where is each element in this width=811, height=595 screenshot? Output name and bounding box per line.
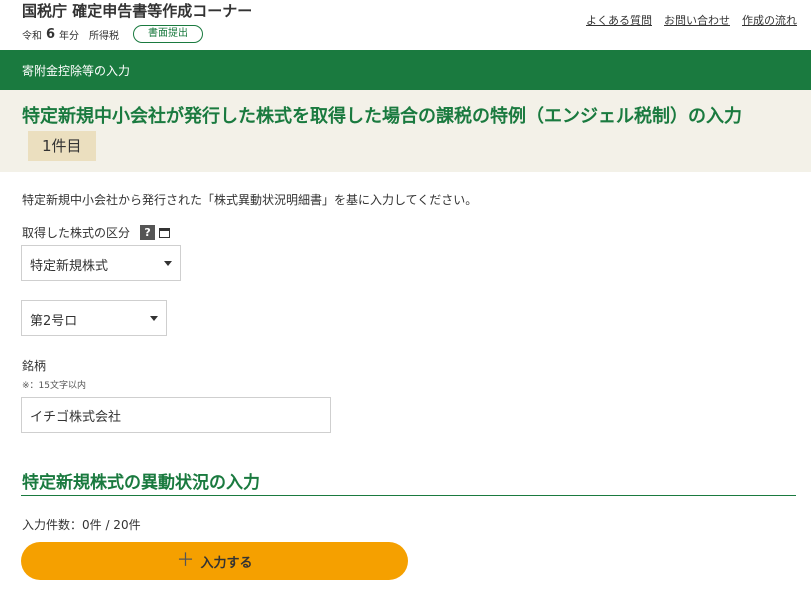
contact-link[interactable]: お問い合わせ xyxy=(664,12,730,28)
section-bar-label: 寄附金控除等の入力 xyxy=(22,64,131,78)
stock-type-value: 特定新規株式 xyxy=(30,259,109,274)
name-note: ※：15文字以内 xyxy=(22,381,86,391)
year-row: 令和 6 年分 所得税 書面提出 xyxy=(22,25,204,43)
page-title: 特定新規中小会社が発行した株式を取得した場合の課税の特例（エンジェル税制）の入力… xyxy=(22,102,792,161)
stock-type-label: 取得した株式の区分 xyxy=(22,226,131,240)
tax-type: 所得税 xyxy=(89,30,120,42)
name-label: 銘柄 xyxy=(22,359,47,373)
stock-type-select[interactable]: 特定新規株式 xyxy=(21,245,181,281)
name-input[interactable] xyxy=(21,397,331,433)
new-window-icon[interactable] xyxy=(159,227,171,238)
section-bar: 寄附金控除等の入力 xyxy=(0,50,811,90)
stock-subtype-value: 第2号ロ xyxy=(30,314,78,329)
plus-icon: ＋ xyxy=(176,550,195,571)
entry-count: 入力件数：0件 / 20件 xyxy=(22,518,141,532)
instruction-text: 特定新規中小会社から発行された「株式異動状況明細書」を基に入力してください。 xyxy=(22,193,478,207)
year-number: 6 xyxy=(46,26,56,42)
header-links: よくある質問 お問い合わせ 作成の流れ xyxy=(586,12,797,28)
stock-type-field-label: 取得した株式の区分 ? xyxy=(22,224,171,241)
stock-subtype-select[interactable]: 第2号ロ xyxy=(21,300,167,336)
faq-link[interactable]: よくある質問 xyxy=(586,12,652,28)
header: 国税庁 確定申告書等作成コーナー 令和 6 年分 所得税 書面提出 よくある質問… xyxy=(0,0,811,50)
flow-link[interactable]: 作成の流れ xyxy=(742,12,797,28)
era-label: 令和 xyxy=(22,30,42,42)
movement-section-title: 特定新規株式の異動状況の入力 xyxy=(22,473,260,493)
chevron-down-icon xyxy=(164,261,172,266)
section-divider xyxy=(21,495,796,496)
submission-badge: 書面提出 xyxy=(133,25,204,43)
add-entry-label: 入力する xyxy=(200,555,253,571)
add-entry-button[interactable]: ＋ 入力する xyxy=(21,542,408,580)
title-band: 特定新規中小会社が発行した株式を取得した場合の課税の特例（エンジェル税制）の入力… xyxy=(0,90,811,172)
help-icon[interactable]: ? xyxy=(140,225,156,240)
page-title-text: 特定新規中小会社が発行した株式を取得した場合の課税の特例（エンジェル税制）の入力 xyxy=(22,106,742,127)
count-tag: 1件目 xyxy=(28,131,96,161)
site-title: 国税庁 確定申告書等作成コーナー xyxy=(22,2,253,20)
year-suffix: 年分 xyxy=(59,30,80,42)
chevron-down-icon xyxy=(150,316,158,321)
